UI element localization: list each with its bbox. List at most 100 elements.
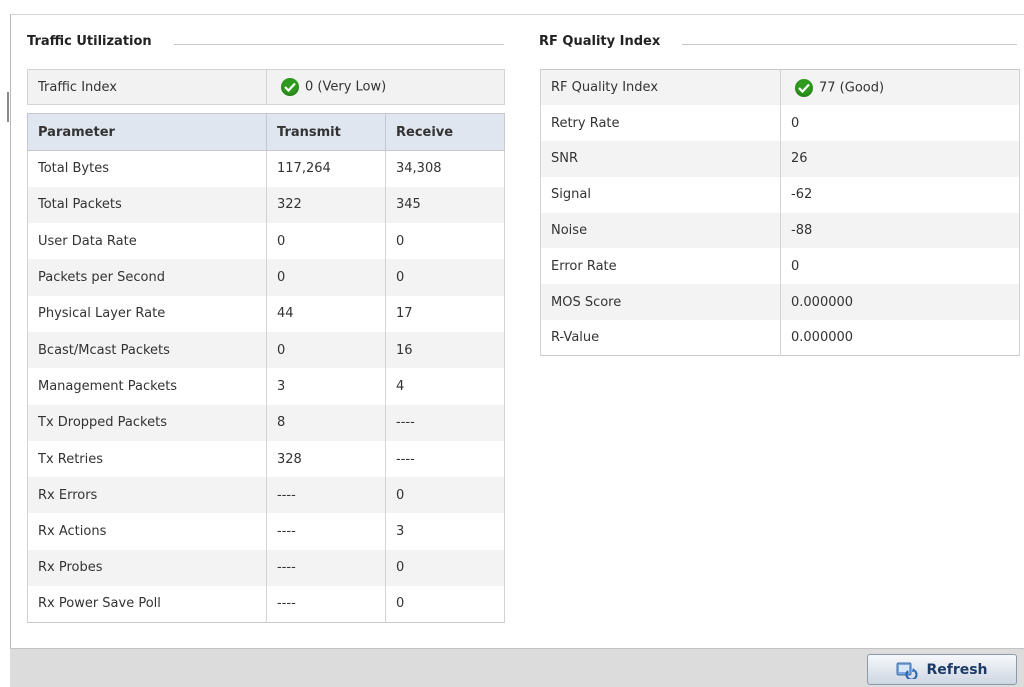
table-row: Management Packets 3 4 [27,368,505,405]
refresh-button[interactable]: Refresh [867,654,1017,685]
rf-label: Signal [540,176,781,213]
cell-parameter: Management Packets [27,368,267,405]
rf-label: MOS Score [540,284,781,321]
table-row: Physical Layer Rate 44 17 [27,295,505,332]
traffic-index-box: Traffic Index 0 (Very Low) [27,69,505,105]
rf-label: RF Quality Index [540,69,781,106]
rf-value-cell: 0.000000 [780,284,1020,321]
table-row: Tx Dropped Packets 8 ---- [27,404,505,441]
table-row: Rx Errors ---- 0 [27,477,505,514]
refresh-icon [896,661,918,680]
cell-transmit: 3 [266,368,386,405]
cell-transmit: 322 [266,186,386,224]
cell-transmit: ---- [266,513,386,550]
cell-receive: 345 [385,186,505,224]
rf-label: R-Value [540,320,781,356]
rf-label: SNR [540,141,781,177]
rf-quality-table: RF Quality Index 77 (Good) Retry Rate 0 SNR 2… [540,69,1020,357]
refresh-button-label: Refresh [926,661,988,678]
cell-parameter: Tx Dropped Packets [27,404,267,441]
table-row: Retry Rate 0 [540,105,1020,142]
table-row: SNR 26 [540,141,1020,177]
cell-transmit: 0 [266,331,386,369]
cell-transmit: ---- [266,549,386,587]
table-row: MOS Score 0.000000 [540,284,1020,321]
table-row: Rx Actions ---- 3 [27,513,505,550]
column-header-parameter[interactable]: Parameter [27,113,267,151]
table-row: Bcast/Mcast Packets 0 16 [27,331,505,369]
cell-parameter: Bcast/Mcast Packets [27,331,267,369]
cell-receive: ---- [385,440,505,478]
rf-value-cell: -62 [780,176,1020,213]
rf-value-cell: -88 [780,212,1020,249]
rf-value: -62 [791,187,813,203]
table-row: R-Value 0.000000 [540,320,1020,356]
rf-value-cell: 0 [780,105,1020,142]
rf-value: 77 (Good) [819,80,885,96]
column-header-receive[interactable]: Receive [385,113,505,151]
cell-parameter: Total Bytes [27,150,267,187]
cell-receive: 0 [385,223,505,260]
traffic-index-value-cell: 0 (Very Low) [266,69,505,105]
cell-transmit: 8 [266,404,386,441]
cell-receive: 17 [385,295,505,332]
table-row: Rx Probes ---- 0 [27,549,505,587]
cell-parameter: Packets per Second [27,259,267,296]
cell-receive: 0 [385,586,505,623]
cell-parameter: Rx Actions [27,513,267,550]
cell-transmit: 0 [266,223,386,260]
check-circle-icon [795,78,813,97]
cell-transmit: 44 [266,295,386,332]
rf-value-cell: 0.000000 [780,320,1020,356]
cell-transmit: ---- [266,586,386,623]
cell-receive: 3 [385,513,505,550]
rf-value-cell: 77 (Good) [780,69,1020,106]
table-row: Total Bytes 117,264 34,308 [27,150,505,187]
traffic-utilization-title: Traffic Utilization [27,34,152,49]
cell-transmit: 0 [266,259,386,296]
rf-value: 0.000000 [791,330,854,346]
cell-receive: 0 [385,549,505,587]
column-header-transmit[interactable]: Transmit [266,113,386,151]
cell-parameter: Physical Layer Rate [27,295,267,332]
rf-value: 0 [791,115,800,131]
table-row: Total Packets 322 345 [27,186,505,224]
section-divider [682,44,1017,45]
cell-parameter: Rx Power Save Poll [27,586,267,623]
rf-quality-index-title: RF Quality Index [539,34,661,49]
panel-splitter-handle[interactable] [7,92,9,122]
rf-value: 26 [791,151,808,167]
cell-receive: 4 [385,368,505,405]
table-row: RF Quality Index 77 (Good) [540,69,1020,106]
cell-receive: 16 [385,331,505,369]
cell-parameter: Rx Errors [27,477,267,514]
table-row: Noise -88 [540,212,1020,249]
cell-transmit: 117,264 [266,150,386,187]
cell-parameter: Rx Probes [27,549,267,587]
rf-label: Noise [540,212,781,249]
rf-value-cell: 0 [780,248,1020,285]
table-header-row: Parameter Transmit Receive [27,113,505,151]
check-circle-icon [281,78,299,96]
cell-parameter: Tx Retries [27,440,267,478]
rf-value: 0.000000 [791,294,854,310]
rf-label: Error Rate [540,248,781,285]
table-row: Error Rate 0 [540,248,1020,285]
cell-transmit: 328 [266,440,386,478]
cell-receive: 0 [385,259,505,296]
traffic-index-row: Traffic Index 0 (Very Low) [27,69,505,105]
cell-receive: ---- [385,404,505,441]
traffic-index-label: Traffic Index [27,69,267,105]
cell-transmit: ---- [266,477,386,514]
table-row: Tx Retries 328 ---- [27,440,505,478]
table-row: User Data Rate 0 0 [27,223,505,260]
rf-value: 0 [791,258,800,274]
section-divider [174,44,504,45]
cell-receive: 0 [385,477,505,514]
traffic-table: Parameter Transmit Receive Total Bytes 11… [27,113,505,623]
cell-parameter: Total Packets [27,186,267,224]
traffic-index-value: 0 (Very Low) [305,79,387,95]
cell-parameter: User Data Rate [27,223,267,260]
table-row: Signal -62 [540,176,1020,213]
rf-value: -88 [791,223,813,239]
